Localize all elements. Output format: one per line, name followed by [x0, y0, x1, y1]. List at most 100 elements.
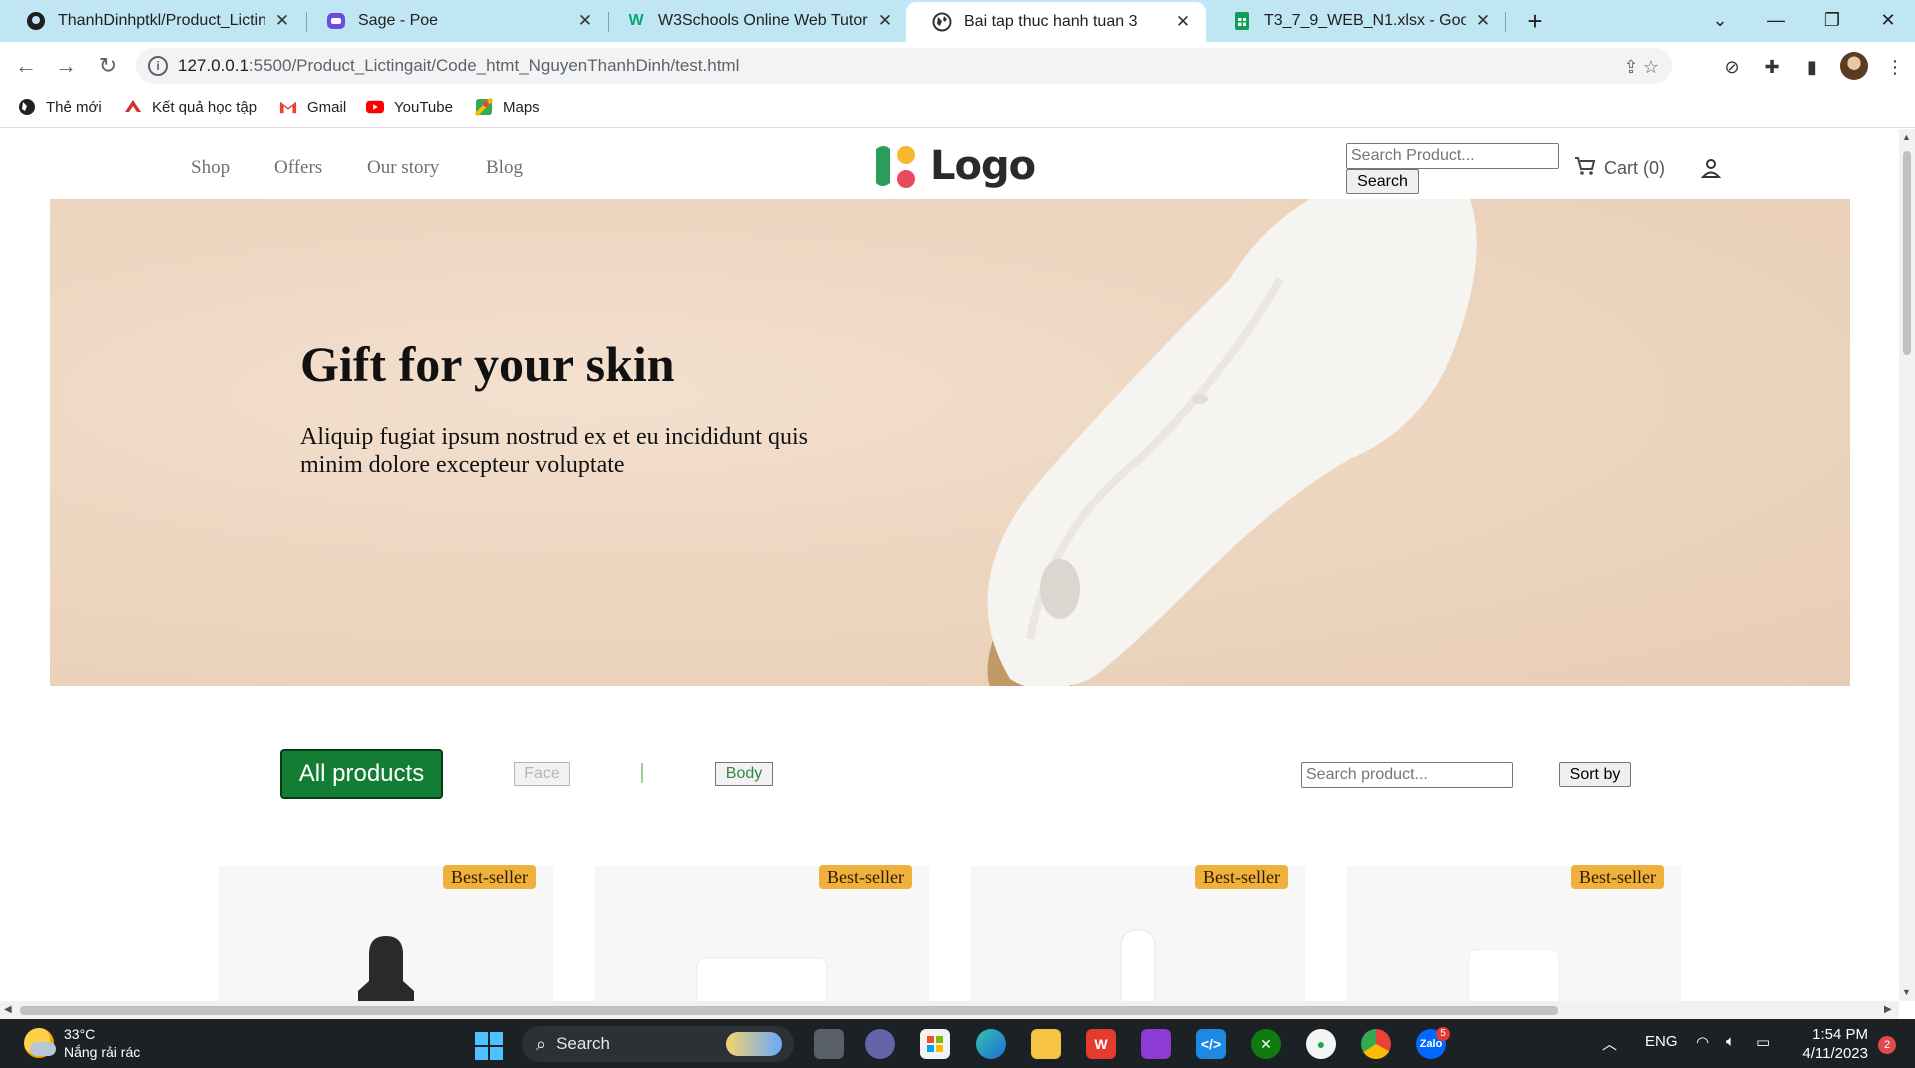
taskbar-search-label: Search: [556, 1034, 610, 1053]
battery-icon[interactable]: ▭: [1756, 1033, 1770, 1051]
system-clock[interactable]: 1:54 PM 4/11/2023: [1780, 1025, 1868, 1063]
product-filters: All products Face Body Sort by: [0, 749, 1899, 809]
hero-subtitle: Aliquip fugiat ipsum nostrud ex et eu in…: [300, 424, 808, 478]
nav-shop[interactable]: Shop: [191, 157, 230, 179]
mongodb-icon[interactable]: ●: [1306, 1029, 1336, 1059]
url-text[interactable]: 127.0.0.1:5500/Product_Lictingait/Code_h…: [178, 56, 739, 76]
tab-bar: ThanhDinhptkl/Product_Lictingait ✕ Sage …: [0, 0, 1915, 42]
taskbar-search[interactable]: ⌕ Search: [522, 1026, 794, 1062]
face-filter-button[interactable]: Face: [514, 762, 570, 786]
file-explorer-icon[interactable]: [1031, 1029, 1061, 1059]
close-icon[interactable]: ✕: [273, 11, 291, 31]
sheets-icon: [1232, 11, 1252, 31]
search-product-input[interactable]: [1346, 143, 1559, 169]
nav-our-story[interactable]: Our story: [367, 157, 439, 179]
all-products-button[interactable]: All products: [280, 749, 443, 799]
xbox-icon[interactable]: ✕: [1251, 1029, 1281, 1059]
chrome-icon[interactable]: [1361, 1029, 1391, 1059]
tab-bai-tap[interactable]: Bai tap thuc hanh tuan 3 ✕: [906, 2, 1206, 42]
zalo-badge: 5: [1436, 1027, 1450, 1041]
close-icon[interactable]: ✕: [876, 11, 894, 31]
windows-taskbar: 33°C Nắng rải rác ⌕ Search W </> ✕ ● Zal…: [0, 1019, 1915, 1068]
close-icon[interactable]: ✕: [1474, 11, 1492, 31]
share-icon[interactable]: ⇪: [1620, 56, 1642, 78]
scroll-left-icon[interactable]: ◀: [4, 1004, 12, 1015]
user-account-icon[interactable]: [1700, 157, 1722, 179]
tab-title: Bai tap thuc hanh tuan 3: [964, 13, 1138, 30]
w3schools-icon: W: [628, 12, 644, 29]
tab-title: ThanhDinhptkl/Product_Lictingait: [58, 12, 265, 29]
side-panel-icon[interactable]: ▮: [1799, 54, 1825, 80]
tab-sheets[interactable]: T3_7_9_WEB_N1.xlsx - Google Tra ✕: [1206, 0, 1506, 42]
hero-banner: Gift for your skin Aliquip fugiat ipsum …: [50, 199, 1850, 686]
scroll-up-icon[interactable]: ▲: [1902, 132, 1911, 142]
forward-icon[interactable]: →: [50, 50, 82, 82]
body-filter-button[interactable]: Body: [715, 762, 773, 786]
weather-widget[interactable]: 33°C Nắng rải rác: [24, 1025, 140, 1061]
nav-offers[interactable]: Offers: [274, 157, 322, 179]
extensions-puzzle-icon[interactable]: ✚: [1759, 54, 1785, 80]
scroll-down-icon[interactable]: ▼: [1902, 987, 1911, 997]
scroll-right-icon[interactable]: ▶: [1884, 1004, 1892, 1015]
show-hidden-icons[interactable]: ︿: [1602, 1033, 1617, 1054]
globe-icon: [932, 12, 952, 32]
scrollbar-thumb[interactable]: [1903, 151, 1911, 355]
nav-blog[interactable]: Blog: [486, 157, 523, 179]
bookmark-label: Thẻ mới: [46, 98, 102, 116]
tab-separator: [1505, 12, 1506, 32]
best-seller-badge: Best-seller: [1195, 865, 1288, 889]
tab-w3schools[interactable]: W W3Schools Online Web Tutorials ✕: [600, 0, 908, 42]
close-icon[interactable]: ✕: [1174, 12, 1192, 32]
language-indicator[interactable]: ENG: [1645, 1033, 1678, 1050]
bookmark-item[interactable]: Kết quả học tập: [124, 98, 257, 116]
edge-icon[interactable]: [976, 1029, 1006, 1059]
vertical-scrollbar[interactable]: ▲ ▼: [1899, 129, 1915, 1001]
bookmark-item[interactable]: Maps: [475, 98, 540, 116]
site-info-icon[interactable]: i: [148, 56, 168, 76]
search-button[interactable]: Search: [1346, 169, 1419, 194]
new-tab-button[interactable]: +: [1520, 6, 1550, 36]
compass-extension-icon[interactable]: ⊘: [1719, 54, 1745, 80]
sort-by-button[interactable]: Sort by: [1559, 762, 1631, 787]
tab-search-icon[interactable]: ⌄: [1692, 0, 1748, 42]
windows-logo-icon: [475, 1032, 488, 1045]
tab-github[interactable]: ThanhDinhptkl/Product_Lictingait ✕: [0, 0, 305, 42]
menu-icon[interactable]: ⋮: [1882, 54, 1908, 80]
horizontal-scrollbar[interactable]: ◀ ▶: [0, 1001, 1899, 1019]
search-products-input[interactable]: [1301, 762, 1513, 788]
bookmark-star-icon[interactable]: ☆: [1640, 56, 1662, 78]
bookmark-item[interactable]: Thẻ mới: [18, 98, 102, 116]
cart-label: Cart (0): [1604, 158, 1666, 178]
weather-description: Nắng rải rác: [64, 1044, 141, 1060]
vscode-icon[interactable]: </>: [1196, 1029, 1226, 1059]
profile-avatar[interactable]: [1840, 52, 1868, 80]
minimize-icon[interactable]: —: [1748, 0, 1804, 42]
close-window-icon[interactable]: ✕: [1860, 0, 1915, 42]
filter-divider: [641, 763, 643, 783]
close-icon[interactable]: ✕: [576, 11, 594, 31]
notification-badge[interactable]: 2: [1878, 1036, 1896, 1054]
tab-poe[interactable]: Sage - Poe ✕: [300, 0, 608, 42]
bookmarks-bar: Thẻ mới Kết quả học tập Gmail YouTube Ma…: [0, 88, 1915, 128]
task-view-icon[interactable]: [814, 1029, 844, 1059]
start-button[interactable]: [475, 1032, 503, 1060]
globe-icon: [18, 98, 36, 116]
address-bar[interactable]: i 127.0.0.1:5500/Product_Lictingait/Code…: [136, 48, 1672, 84]
cart-button[interactable]: Cart (0): [1574, 156, 1665, 181]
wps-office-icon[interactable]: W: [1086, 1029, 1116, 1059]
bookmark-item[interactable]: YouTube: [366, 98, 453, 116]
screen-recorder-icon[interactable]: [1141, 1029, 1171, 1059]
wifi-icon[interactable]: ◠: [1696, 1033, 1709, 1051]
back-icon[interactable]: ←: [10, 50, 42, 82]
reload-icon[interactable]: ↻: [92, 50, 124, 82]
restore-icon[interactable]: ❐: [1804, 0, 1860, 42]
microsoft-store-icon[interactable]: [920, 1029, 950, 1059]
poe-icon: [326, 11, 346, 31]
volume-mute-icon[interactable]: 🔈︎: [1726, 1033, 1735, 1050]
school-icon: [124, 98, 142, 116]
scrollbar-thumb[interactable]: [20, 1006, 1558, 1015]
url-path: :5500/Product_Lictingait/Code_htmt_Nguye…: [248, 56, 740, 75]
teams-chat-icon[interactable]: [865, 1029, 895, 1059]
bookmark-item[interactable]: Gmail: [279, 98, 346, 116]
site-logo[interactable]: Logo: [870, 141, 1036, 191]
